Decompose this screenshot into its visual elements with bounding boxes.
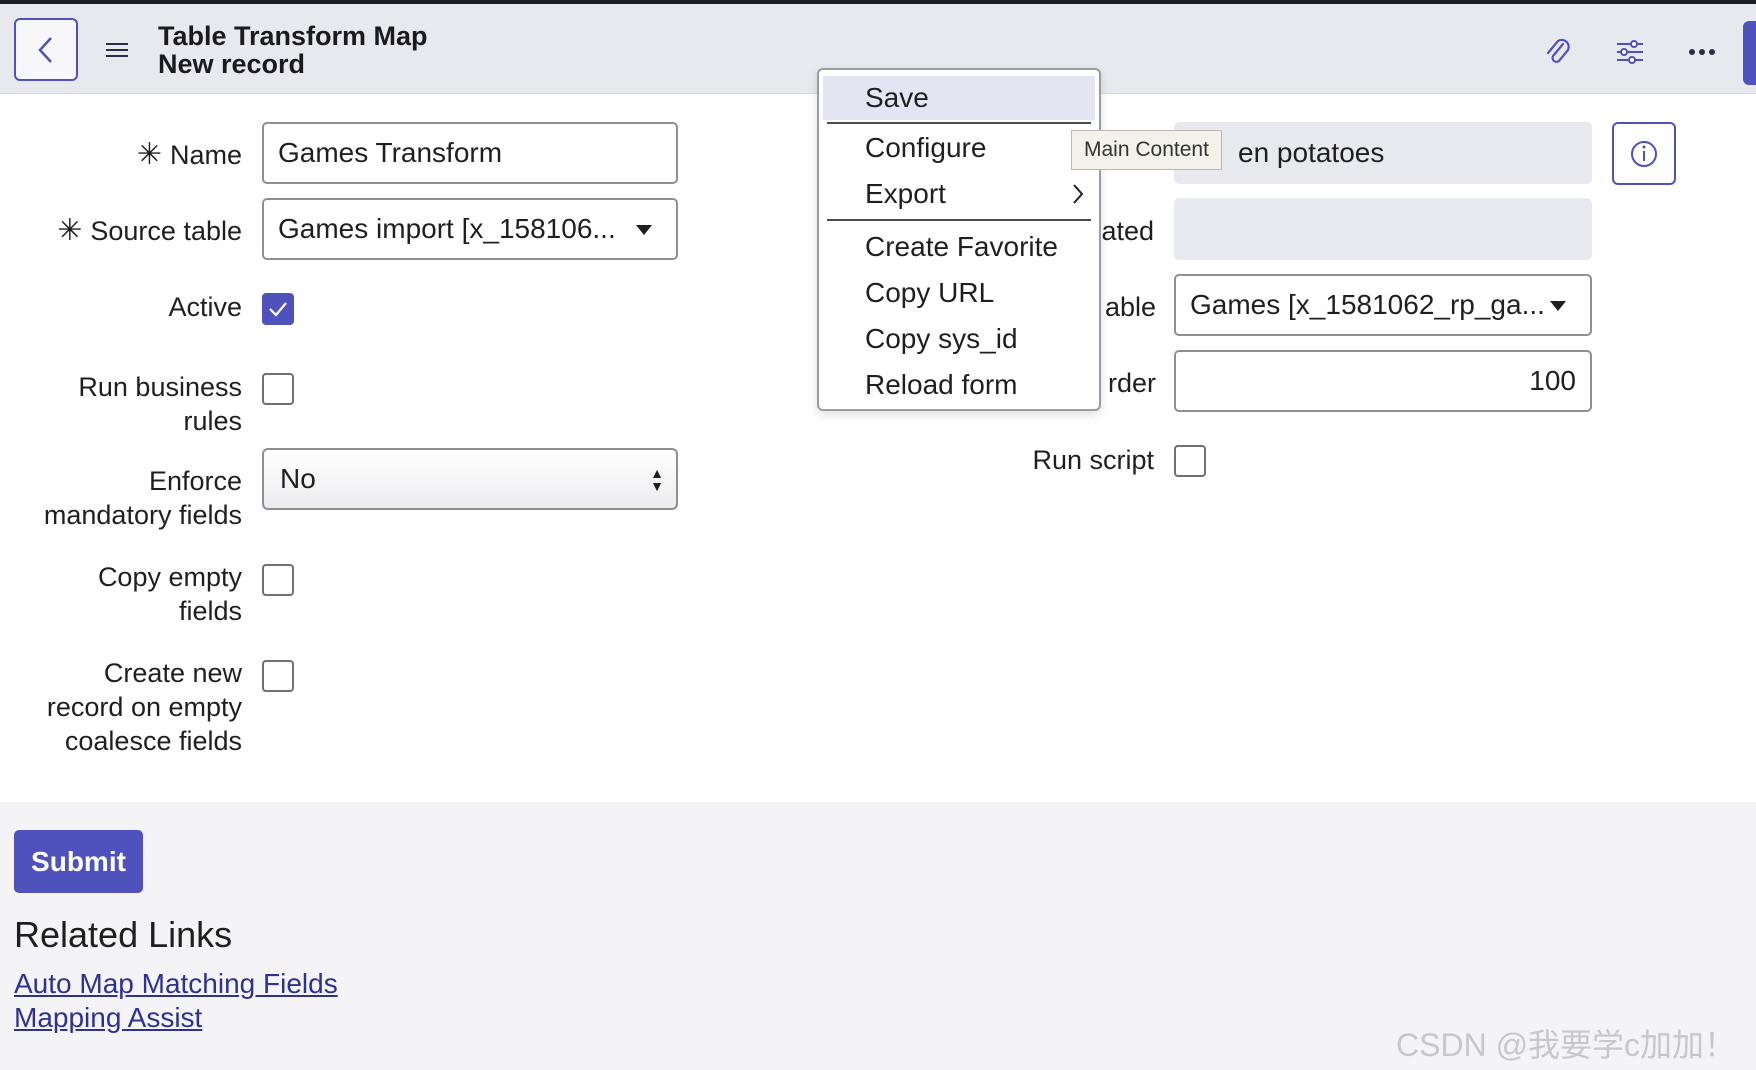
enforce-mandatory-label-line2: mandatory fields [43, 500, 242, 530]
submit-button[interactable]: Submit [14, 830, 143, 893]
create-new-record-label-line2: record on empty [46, 692, 242, 722]
more-icon [1689, 49, 1715, 55]
target-table-field[interactable]: Games [x_1581062_rp_ga... [1174, 274, 1592, 336]
readonly-updated-field [1174, 198, 1592, 260]
watermark: CSDN @我要学c加加！ [1396, 1027, 1737, 1063]
menu-item-copy-url[interactable]: Copy URL [823, 271, 1095, 315]
enforce-mandatory-label: Enforce mandatory fields [20, 464, 242, 532]
menu-item-create-favorite[interactable]: Create Favorite [823, 225, 1095, 269]
tooltip: Main Content [1071, 130, 1222, 170]
active-checkbox[interactable] [262, 293, 294, 325]
menu-item-export[interactable]: Export [823, 172, 1095, 216]
paperclip-icon [1546, 38, 1570, 63]
copy-empty-label-line1: Copy empty [97, 562, 242, 592]
order-value: 100 [1529, 365, 1576, 396]
context-menu: Save Configure Export Create Favorite Co… [817, 68, 1101, 411]
source-table-field[interactable]: Games import [x_158106... [262, 198, 678, 260]
create-new-record-label: Create new record on empty coalesce fiel… [20, 656, 242, 758]
source-table-label: ✳ Source table [30, 214, 242, 248]
info-icon [1631, 140, 1657, 167]
copy-empty-label-line2: fields [178, 596, 242, 626]
back-icon [38, 36, 52, 63]
run-business-rules-label-line1: Run business [78, 372, 242, 402]
run-business-rules-label: Run business rules [40, 370, 242, 438]
name-field[interactable]: Games Transform [262, 122, 678, 184]
more-options-button[interactable] [1684, 34, 1720, 70]
required-asterisk-icon: ✳ [136, 138, 162, 171]
menu-item-copy-sysid[interactable]: Copy sys_id [823, 317, 1095, 361]
active-label: Active [168, 292, 242, 322]
order-field[interactable]: 100 [1174, 350, 1592, 412]
menu-divider [827, 219, 1091, 221]
auto-map-link[interactable]: Auto Map Matching Fields [14, 968, 338, 1000]
name-label-text: Name [169, 140, 242, 170]
copy-empty-label: Copy empty fields [40, 560, 242, 628]
source-table-value: Games import [x_158106... [278, 213, 616, 244]
menu-item-save[interactable]: Save [823, 76, 1095, 120]
related-links-heading: Related Links [14, 914, 233, 955]
run-business-rules-checkbox[interactable] [262, 373, 294, 405]
readonly-name-value: en potatoes [1238, 137, 1385, 168]
create-new-record-label-line3: coalesce fields [64, 726, 242, 756]
menu-divider [827, 122, 1091, 124]
chevron-right-icon [1073, 184, 1084, 204]
enforce-mandatory-value: No [280, 463, 316, 494]
settings-sliders-icon [1617, 40, 1643, 64]
menu-icon[interactable] [104, 38, 132, 62]
enforce-mandatory-label-line1: Enforce [148, 466, 242, 496]
mapping-assist-link[interactable]: Mapping Assist [14, 1002, 202, 1034]
chevron-down-icon [1550, 301, 1566, 311]
run-business-rules-label-line2: rules [183, 406, 242, 436]
page-title: Table Transform Map New record [158, 22, 428, 78]
personalize-form-button[interactable] [1612, 34, 1648, 70]
target-table-value: Games [x_1581062_rp_ga... [1190, 289, 1545, 320]
updown-arrows-icon: ▲ ▼ [650, 465, 664, 494]
run-script-checkbox[interactable] [1174, 445, 1206, 477]
menu-item-export-label: Export [865, 178, 946, 209]
check-icon [269, 302, 287, 317]
name-label: ✳ Name [60, 138, 242, 172]
name-field-value: Games Transform [278, 137, 503, 168]
record-type-title: Table Transform Map [158, 21, 428, 51]
record-subtitle: New record [158, 49, 306, 79]
create-new-record-label-line1: Create new [103, 658, 242, 688]
info-button[interactable] [1612, 122, 1676, 185]
copy-empty-checkbox[interactable] [262, 564, 294, 596]
source-table-label-text: Source table [90, 216, 242, 246]
menu-item-configure[interactable]: Configure [823, 126, 1095, 170]
menu-item-reload-form[interactable]: Reload form [823, 363, 1095, 407]
menu-item-configure-label: Configure [865, 132, 987, 163]
enforce-mandatory-select[interactable]: No ▲ ▼ [262, 448, 678, 510]
readonly-name-field: en potatoes [1174, 122, 1592, 184]
side-panel-tab[interactable] [1743, 21, 1756, 85]
required-asterisk-icon: ✳ [57, 214, 83, 247]
back-button[interactable] [14, 18, 78, 81]
attachment-button[interactable] [1540, 34, 1576, 70]
chevron-down-icon [636, 225, 652, 235]
run-script-label: Run script [1032, 445, 1154, 475]
create-new-record-checkbox[interactable] [262, 660, 294, 692]
